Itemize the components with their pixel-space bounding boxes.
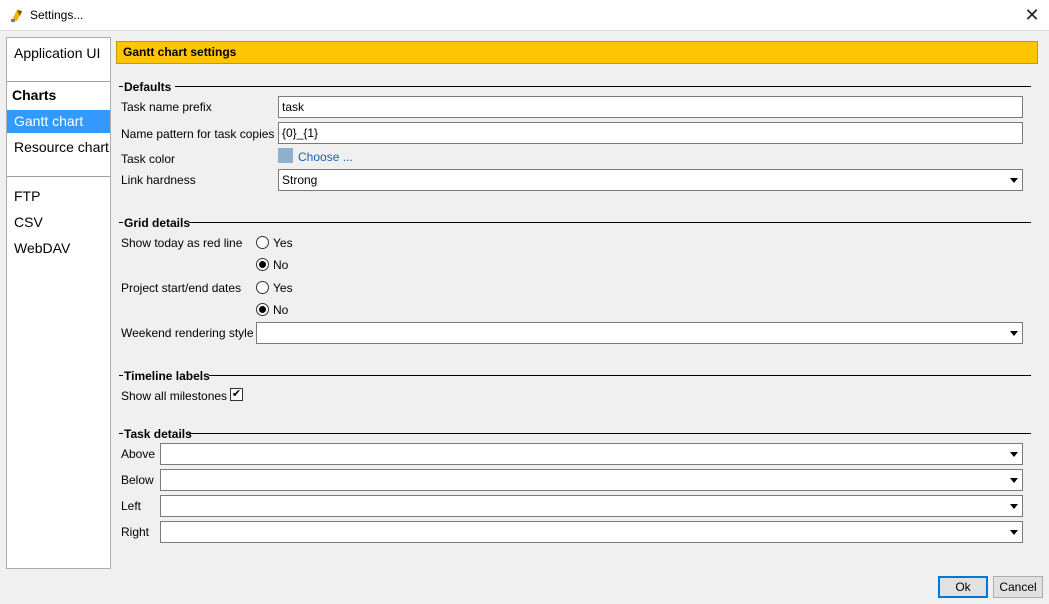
below-dropdown[interactable] bbox=[160, 469, 1023, 491]
show-milestones-label: Show all milestones bbox=[121, 389, 228, 403]
task-color-label: Task color bbox=[121, 152, 176, 166]
project-dates-no-radio[interactable] bbox=[256, 303, 269, 316]
section-grid-details: Grid details bbox=[119, 216, 1031, 230]
section-timeline-labels: Timeline labels bbox=[119, 369, 1031, 383]
section-title: Defaults bbox=[124, 80, 174, 94]
title-bar: Settings... ✕ bbox=[0, 0, 1049, 31]
chevron-down-icon bbox=[1010, 178, 1018, 183]
chevron-down-icon bbox=[1010, 530, 1018, 535]
settings-nav: Application UI Charts Gantt chart Resour… bbox=[6, 37, 111, 569]
window-title: Settings... bbox=[30, 8, 84, 22]
task-name-prefix-label: Task name prefix bbox=[121, 100, 212, 114]
task-color-swatch bbox=[278, 148, 293, 163]
link-hardness-dropdown[interactable]: Strong bbox=[278, 169, 1023, 191]
check-icon: ✔ bbox=[231, 388, 242, 400]
app-logo-icon bbox=[11, 10, 22, 22]
panel-title: Gantt chart settings bbox=[116, 41, 1038, 64]
today-line-yes-label: Yes bbox=[273, 236, 293, 250]
nav-item-ftp[interactable]: FTP bbox=[7, 185, 110, 208]
chevron-down-icon bbox=[1010, 478, 1018, 483]
ok-button[interactable]: Ok bbox=[938, 576, 988, 598]
project-dates-yes-label: Yes bbox=[273, 281, 293, 295]
today-line-no-radio[interactable] bbox=[256, 258, 269, 271]
link-hardness-value: Strong bbox=[282, 173, 318, 187]
right-dropdown[interactable] bbox=[160, 521, 1023, 543]
nav-item-application-ui[interactable]: Application UI bbox=[7, 42, 110, 65]
link-hardness-label: Link hardness bbox=[121, 173, 196, 187]
name-pattern-input[interactable] bbox=[278, 122, 1023, 144]
show-milestones-checkbox[interactable]: ✔ bbox=[230, 388, 243, 401]
name-pattern-label: Name pattern for task copies bbox=[121, 127, 275, 141]
project-dates-label: Project start/end dates bbox=[121, 281, 242, 295]
task-name-prefix-input[interactable] bbox=[278, 96, 1023, 118]
nav-item-csv[interactable]: CSV bbox=[7, 211, 110, 234]
left-label: Left bbox=[121, 499, 142, 513]
cancel-button[interactable]: Cancel bbox=[993, 576, 1043, 598]
section-title: Grid details bbox=[124, 216, 193, 230]
nav-item-gantt-chart[interactable]: Gantt chart bbox=[7, 110, 110, 133]
left-dropdown[interactable] bbox=[160, 495, 1023, 517]
today-line-label: Show today as red line bbox=[121, 236, 243, 250]
nav-separator bbox=[7, 176, 110, 177]
project-dates-no-label: No bbox=[273, 303, 289, 317]
choose-color-link[interactable]: Choose ... bbox=[298, 150, 353, 164]
section-task-details: Task details bbox=[119, 427, 1031, 441]
chevron-down-icon bbox=[1010, 331, 1018, 336]
section-defaults: Defaults bbox=[119, 80, 1031, 94]
chevron-down-icon bbox=[1010, 504, 1018, 509]
weekend-style-label: Weekend rendering style bbox=[121, 326, 254, 340]
above-label: Above bbox=[121, 447, 156, 461]
today-line-yes-radio[interactable] bbox=[256, 236, 269, 249]
today-line-no-label: No bbox=[273, 258, 289, 272]
nav-item-webdav[interactable]: WebDAV bbox=[7, 237, 110, 260]
above-dropdown[interactable] bbox=[160, 443, 1023, 465]
project-dates-yes-radio[interactable] bbox=[256, 281, 269, 294]
right-label: Right bbox=[121, 525, 150, 539]
below-label: Below bbox=[121, 473, 154, 487]
section-title: Task details bbox=[124, 427, 194, 441]
nav-header-charts: Charts bbox=[12, 87, 57, 103]
weekend-style-dropdown[interactable] bbox=[256, 322, 1023, 344]
close-icon[interactable]: ✕ bbox=[1020, 4, 1044, 26]
section-title: Timeline labels bbox=[124, 369, 212, 383]
nav-item-resource-chart[interactable]: Resource chart bbox=[7, 136, 110, 159]
nav-separator bbox=[7, 81, 110, 82]
chevron-down-icon bbox=[1010, 452, 1018, 457]
